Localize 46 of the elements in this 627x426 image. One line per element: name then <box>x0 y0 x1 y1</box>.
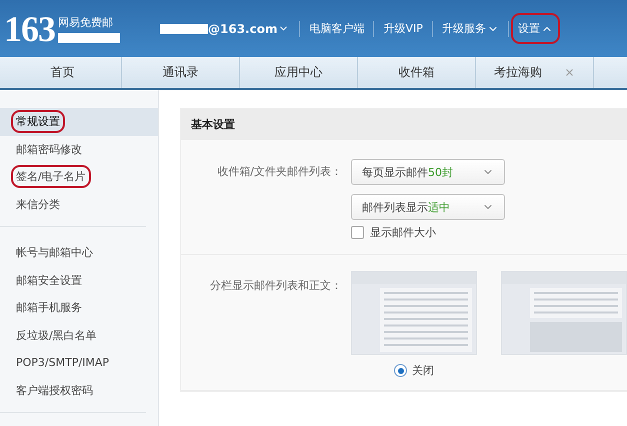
header-link[interactable]: 设置 <box>512 15 558 42</box>
section-title: 基本设置 <box>181 109 627 140</box>
header-link[interactable]: 升级VIP <box>378 15 428 42</box>
sidebar-item[interactable]: 反垃圾/黑白名单 <box>0 322 158 349</box>
layout-preview[interactable] <box>501 271 627 355</box>
nav-tab[interactable]: 考拉海购 <box>476 57 594 88</box>
account-menu[interactable]: @163.com <box>208 16 294 42</box>
sidebar-item[interactable]: 来信分类 <box>0 190 158 218</box>
sidebar-item[interactable]: 签名/电子名片 <box>0 163 158 190</box>
setting-label: 收件箱/文件夹邮件列表： <box>216 164 343 180</box>
dropdown-select[interactable]: 邮件列表显示适中 <box>351 194 505 220</box>
sidebar-item-label: 邮箱手机服务 <box>15 300 83 316</box>
nav-tab[interactable]: 通讯录 <box>122 57 240 88</box>
redacted-block <box>160 24 208 34</box>
dropdown-select[interactable]: 每页显示邮件50封 <box>351 159 505 185</box>
sidebar-item[interactable]: 帐号与邮箱中心 <box>0 239 158 266</box>
setting-label: 分栏显示邮件列表和正文： <box>209 278 343 294</box>
sidebar-item-label: 反垃圾/黑白名单 <box>15 328 98 344</box>
header-link[interactable]: 电脑客户端 <box>304 15 370 42</box>
sidebar-item-label: POP3/SMTP/IMAP <box>15 355 110 372</box>
close-icon[interactable] <box>564 67 575 78</box>
radio-button[interactable] <box>394 364 407 377</box>
logo[interactable]: 163 <box>4 10 55 46</box>
sidebar-item-label: 帐号与邮箱中心 <box>15 245 94 262</box>
sidebar-item[interactable]: 常规设置 <box>0 108 158 136</box>
sidebar-item-label: 邮箱安全设置 <box>15 272 83 289</box>
sidebar-item-label: 来信分类 <box>15 196 61 213</box>
nav-tab[interactable]: 首页 <box>4 57 122 88</box>
sidebar-item-label: 签名/电子名片 <box>13 167 89 186</box>
sidebar-item-label: 常规设置 <box>13 112 63 132</box>
radio-option[interactable]: 关闭 <box>394 363 434 378</box>
sidebar-item[interactable]: 邮箱手机服务 <box>0 294 158 322</box>
sidebar-item[interactable]: 邮箱密码修改 <box>0 136 158 163</box>
layout-preview[interactable] <box>351 271 477 355</box>
sidebar-item[interactable]: 邮箱安全设置 <box>0 266 158 294</box>
checkbox-option[interactable]: 显示邮件大小 <box>351 225 505 240</box>
nav-tab[interactable]: 收件箱 <box>358 57 476 88</box>
redacted-block <box>58 32 120 42</box>
nav-tab[interactable]: 应用中心 <box>240 57 358 88</box>
sidebar-item[interactable]: POP3/SMTP/IMAP <box>0 349 158 376</box>
sidebar-item-label: 邮箱密码修改 <box>15 142 83 158</box>
sidebar-item-label: 客户端授权密码 <box>15 382 94 399</box>
header-link[interactable]: 升级服务 <box>436 15 504 42</box>
sidebar-item[interactable]: 客户端授权密码 <box>0 376 158 404</box>
product-name: 网易免费邮 <box>58 14 114 30</box>
checkbox[interactable] <box>351 226 364 239</box>
